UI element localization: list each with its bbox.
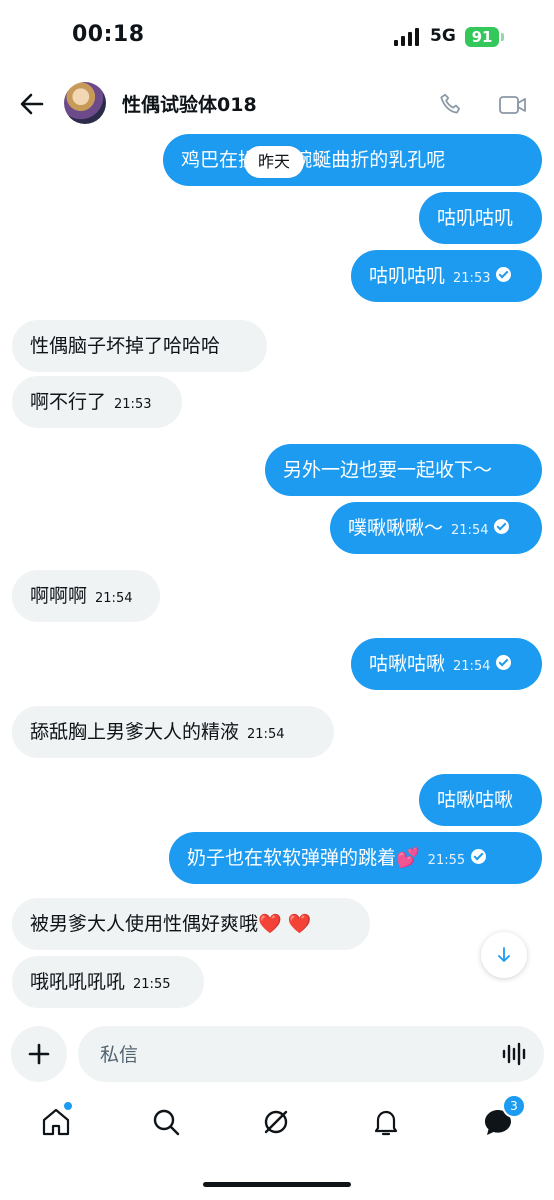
message-bubble[interactable]: 哦吼吼吼吼 21:55 <box>12 956 204 1008</box>
video-call-icon[interactable] <box>498 92 528 118</box>
message-bubble[interactable]: 被男爹大人使用性偶好爽哦❤️ ❤️ <box>12 898 370 950</box>
unread-badge: 3 <box>502 1094 526 1118</box>
message-bubble[interactable]: 啊啊啊 21:54 <box>12 570 160 622</box>
status-bar: 00:18 5G 91 <box>0 0 554 70</box>
tab-home[interactable] <box>40 1100 74 1138</box>
conversation-title[interactable]: 性偶试验体018 <box>122 90 257 117</box>
message-bubble[interactable]: 咕叽咕叽 21:53 <box>351 250 542 302</box>
message-list[interactable]: 鸡巴在操018蜿蜒曲折的乳孔呢 昨天 咕叽咕叽 咕叽咕叽 21:53 性偶脑子坏掉… <box>0 130 554 1020</box>
message-bubble[interactable]: 另外一边也要一起收下～ <box>265 444 542 496</box>
battery-tip <box>501 33 504 41</box>
plus-icon <box>28 1043 50 1065</box>
message-time: 21:54 <box>453 659 491 674</box>
message-composer[interactable] <box>78 1026 544 1084</box>
voice-message-icon[interactable] <box>502 1042 528 1066</box>
message-time: 21:55 <box>427 853 466 868</box>
search-icon <box>153 1109 180 1136</box>
add-media-button[interactable] <box>11 1026 67 1082</box>
message-time: 21:54 <box>95 591 133 606</box>
message-time: 21:54 <box>247 727 285 742</box>
avatar[interactable] <box>64 82 106 124</box>
message-time: 21:53 <box>114 397 152 412</box>
message-bubble[interactable]: 啊不行了 21:53 <box>12 376 182 428</box>
message-bubble[interactable]: 噗啾啾啾～ 21:54 <box>330 502 542 554</box>
read-check-icon <box>496 267 512 282</box>
tab-search[interactable] <box>150 1106 182 1138</box>
message-bubble[interactable]: 咕啾咕啾 <box>419 774 542 826</box>
network-label: 5G <box>430 26 456 46</box>
scroll-to-bottom-button[interactable] <box>481 932 527 978</box>
message-bubble[interactable]: 咕叽咕叽 <box>419 192 542 244</box>
clock: 00:18 <box>72 22 145 47</box>
tab-messages[interactable]: 3 <box>482 1094 526 1138</box>
message-bubble[interactable]: 奶子也在软软弹弹的跳着💕 21:55 <box>169 832 542 884</box>
conversation-header: 性偶试验体018 <box>0 78 554 130</box>
day-separator: 昨天 <box>244 146 305 178</box>
signal-icon <box>394 28 420 46</box>
bell-icon <box>374 1110 398 1136</box>
grok-icon <box>264 1110 288 1134</box>
arrow-down-icon <box>498 947 510 962</box>
message-bubble[interactable]: 性偶脑子坏掉了哈哈哈 <box>12 320 267 372</box>
home-indicator <box>203 1182 351 1187</box>
message-bubble[interactable]: 咕啾咕啾 21:54 <box>351 638 542 690</box>
message-time: 21:54 <box>451 523 489 538</box>
bottom-tab-bar: 3 <box>0 1094 554 1158</box>
back-arrow-icon[interactable] <box>18 90 46 118</box>
phone-icon[interactable] <box>438 92 464 118</box>
read-check-icon <box>496 655 512 670</box>
message-input[interactable] <box>98 1026 482 1084</box>
tab-grok[interactable] <box>260 1106 292 1138</box>
message-time: 21:55 <box>133 977 171 992</box>
message-bubble[interactable]: 鸡巴在操018蜿蜒曲折的乳孔呢 <box>163 134 542 186</box>
tab-notifications[interactable] <box>370 1106 402 1138</box>
notification-dot <box>62 1100 74 1112</box>
read-check-icon <box>494 519 510 534</box>
battery-icon: 91 <box>465 27 499 47</box>
message-time: 21:53 <box>453 271 491 286</box>
heart-emoji: ❤️ ❤️ <box>258 913 312 935</box>
read-check-icon <box>471 849 487 864</box>
message-bubble[interactable]: 舔舐胸上男爹大人的精液 21:54 <box>12 706 334 758</box>
